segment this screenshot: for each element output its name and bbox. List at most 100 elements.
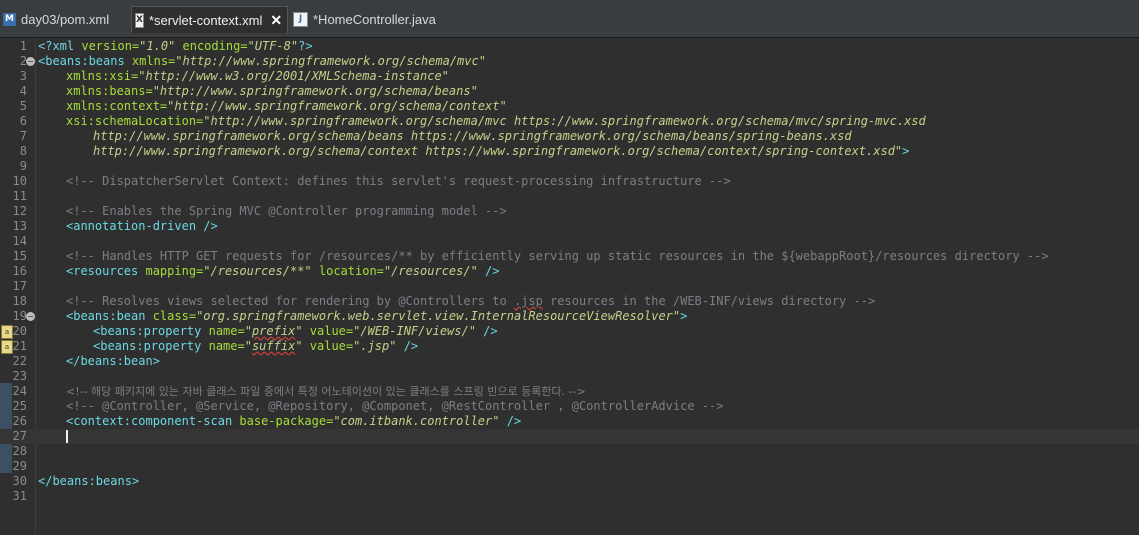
token: ?> bbox=[298, 39, 313, 53]
line-number: 16 bbox=[12, 264, 27, 278]
token: " bbox=[244, 324, 252, 338]
line-number: 6 bbox=[19, 114, 27, 128]
token: /> bbox=[203, 219, 218, 233]
code-line-8: 8 http://www.springframework.org/schema/c… bbox=[0, 144, 1139, 159]
token: " bbox=[295, 339, 303, 353]
token: "/resources/" bbox=[383, 264, 478, 278]
line-number: 13 bbox=[12, 219, 27, 233]
token: version= bbox=[81, 39, 140, 53]
token: <annotation-driven bbox=[66, 219, 204, 233]
code-line-7: 7 http://www.springframework.org/schema/b… bbox=[0, 129, 1139, 144]
token: class= bbox=[152, 309, 197, 323]
token: xsi:schemaLocation= bbox=[66, 114, 204, 128]
line-number: 4 bbox=[19, 84, 27, 98]
code-line-10: 10 <!-- DispatcherServlet Context: define… bbox=[0, 174, 1139, 189]
xml-file-icon: X bbox=[135, 12, 144, 28]
token: "com.itbank.controller" bbox=[333, 414, 500, 428]
token: "/resources/**" bbox=[203, 264, 312, 278]
text-caret bbox=[66, 430, 68, 443]
token: name= bbox=[208, 339, 245, 353]
token: <context:component-scan bbox=[66, 414, 240, 428]
fold-collapse-icon[interactable]: − bbox=[26, 312, 35, 321]
comment: resources in the /WEB-INF/views director… bbox=[542, 294, 876, 308]
line-number: 10 bbox=[12, 174, 27, 188]
comment: <!-- Resolves views selected for renderi… bbox=[66, 294, 514, 308]
token: prefix bbox=[251, 324, 296, 338]
line-number: 28 bbox=[12, 444, 27, 458]
tab-homecontroller-java[interactable]: J *HomeController.java bbox=[290, 6, 440, 32]
code-line-13: 13 <annotation-driven /> bbox=[0, 219, 1139, 234]
token: "http://www.springframework.org/schema/b… bbox=[152, 84, 478, 98]
line-number: 1 bbox=[19, 39, 27, 53]
line-number: 27 bbox=[12, 429, 27, 443]
tab-servlet-context-xml[interactable]: X *servlet-context.xml ✕ bbox=[131, 6, 288, 33]
line-number: 2 bbox=[19, 54, 27, 68]
token: "http://www.springframework.org/schema/c… bbox=[167, 99, 507, 113]
line-number: 18 bbox=[12, 294, 27, 308]
token: http://www.springframework.org/schema/be… bbox=[93, 129, 852, 143]
code-line-9: 9 bbox=[0, 159, 1139, 174]
comment: <!-- @Controller, @Service, @Repository,… bbox=[66, 399, 724, 413]
line-number: 7 bbox=[19, 129, 27, 143]
token: "UTF-8" bbox=[247, 39, 299, 53]
code-line-17: 17 bbox=[0, 279, 1139, 294]
comment: <!-- Enables the Spring MVC @Controller … bbox=[66, 204, 507, 218]
token: location= bbox=[311, 264, 384, 278]
token: /> bbox=[396, 339, 419, 353]
code-line-1: 1 <?xml version="1.0" encoding="UTF-8"?> bbox=[0, 39, 1139, 54]
token: "http://www.springframework.org/schema/m… bbox=[175, 54, 486, 68]
comment: <!-- Handles HTTP GET requests for /reso… bbox=[66, 249, 1049, 263]
code-line-5: 5 xmlns:context="http://www.springframewo… bbox=[0, 99, 1139, 114]
token: <?xml bbox=[38, 39, 82, 53]
code-line-27-current[interactable]: 27 bbox=[0, 429, 1139, 444]
line-number: 25 bbox=[12, 399, 27, 413]
token: > bbox=[902, 144, 910, 158]
code-editor[interactable]: 1 <?xml version="1.0" encoding="UTF-8"?> … bbox=[0, 38, 1139, 535]
token: base-package= bbox=[239, 414, 334, 428]
token: <beans:beans bbox=[38, 54, 132, 68]
line-number: 9 bbox=[19, 159, 27, 173]
code-line-22: 22 </beans:bean> bbox=[0, 354, 1139, 369]
token: " bbox=[244, 339, 252, 353]
code-line-23: 23 bbox=[0, 369, 1139, 384]
token: mapping= bbox=[145, 264, 204, 278]
token: <beans:property bbox=[93, 324, 209, 338]
token: "http://www.springframework.org/schema/m… bbox=[203, 114, 926, 128]
code-line-29: 29 bbox=[0, 459, 1139, 474]
token: <resources bbox=[66, 264, 146, 278]
tab-pom-xml[interactable]: M day03/pom.xml bbox=[0, 6, 128, 32]
code-line-18: 18 <!-- Resolves views selected for rende… bbox=[0, 294, 1139, 309]
code-line-11: 11 bbox=[0, 189, 1139, 204]
code-line-2: 2− <beans:beans xmlns="http://www.springf… bbox=[0, 54, 1139, 69]
code-line-16: 16 <resources mapping="/resources/**" loc… bbox=[0, 264, 1139, 279]
token: <beans:property bbox=[93, 339, 209, 353]
token: /> bbox=[475, 324, 498, 338]
token: encoding= bbox=[175, 39, 248, 53]
line-number: 17 bbox=[12, 279, 27, 293]
code-line-3: 3 xmlns:xsi="http://www.w3.org/2001/XMLSc… bbox=[0, 69, 1139, 84]
line-number: 8 bbox=[19, 144, 27, 158]
line-number: 24 bbox=[12, 384, 27, 398]
token: "org.springframework.web.servlet.view.In… bbox=[196, 309, 681, 323]
code-line-19: 19− <beans:bean class="org.springframewor… bbox=[0, 309, 1139, 324]
editor-tab-bar: M day03/pom.xml X *servlet-context.xml ✕… bbox=[0, 0, 1139, 38]
code-line-21: a 21 <beans:property name="suffix" value="… bbox=[0, 339, 1139, 354]
token: xmlns:context= bbox=[66, 99, 168, 113]
code-line-6: 6 xsi:schemaLocation="http://www.springfr… bbox=[0, 114, 1139, 129]
line-number: 31 bbox=[12, 489, 27, 503]
fold-collapse-icon[interactable]: − bbox=[26, 57, 35, 66]
token: > bbox=[680, 309, 688, 323]
code-line-20: a 20 <beans:property name="prefix" value="… bbox=[0, 324, 1139, 339]
token: ".jsp" bbox=[353, 339, 397, 353]
line-number: 14 bbox=[12, 234, 27, 248]
code-line-28: 28 bbox=[0, 444, 1139, 459]
code-line-14: 14 bbox=[0, 234, 1139, 249]
line-number: 30 bbox=[12, 474, 27, 488]
code-line-25: 25 <!-- @Controller, @Service, @Repositor… bbox=[0, 399, 1139, 414]
comment: .jsp bbox=[513, 294, 543, 308]
close-tab-icon[interactable]: ✕ bbox=[270, 12, 282, 29]
line-number: 26 bbox=[12, 414, 27, 428]
code-line-26: 26 <context:component-scan base-package="… bbox=[0, 414, 1139, 429]
line-number: 21 bbox=[12, 339, 27, 353]
line-number: 15 bbox=[12, 249, 27, 263]
